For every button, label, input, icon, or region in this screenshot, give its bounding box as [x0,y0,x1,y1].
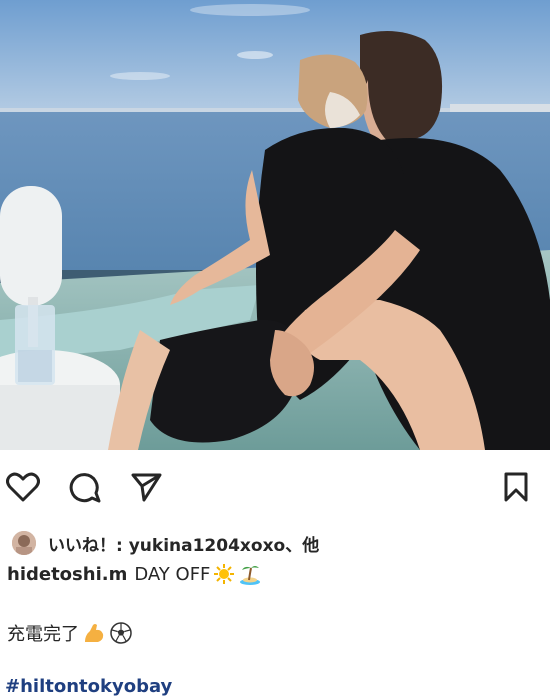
likes-text[interactable]: いいね！: yukina1204xoxo、他 [48,531,319,556]
bookmark-button[interactable] [498,469,534,505]
avatar-image [12,531,36,555]
sun-emoji [213,563,235,585]
like-button[interactable] [5,469,41,505]
caption: hidetoshi.m DAY OFF [7,562,262,586]
bookmark-icon [504,472,528,502]
photo-image [0,0,550,450]
hashtag-link[interactable]: #hiltontokyobay [5,676,172,697]
soccer-ball-emoji [109,621,133,645]
username-link[interactable]: hidetoshi.m [7,564,127,585]
share-button[interactable] [128,469,164,505]
share-icon [131,473,162,502]
caption-line2-text: 充電完了 [7,624,79,645]
caption-line2: 充電完了 [7,620,133,646]
comment-icon [69,473,101,503]
comment-button[interactable] [67,469,103,505]
flexed-biceps-emoji [82,621,106,645]
caption-text: DAY OFF [134,563,211,585]
likes-row[interactable]: いいね！: yukina1204xoxo、他 [12,527,319,559]
avatar[interactable] [12,531,36,555]
post-photo[interactable] [0,0,550,450]
desert-island-emoji [238,562,262,586]
heart-icon [6,472,40,502]
